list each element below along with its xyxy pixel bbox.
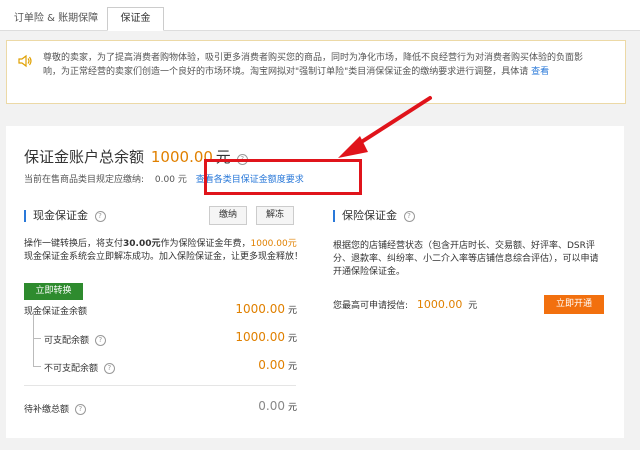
- desc-part: 操作一键转换后，将支付: [24, 239, 124, 249]
- cash-deposit-title: 现金保证金 ?: [24, 210, 106, 222]
- unavailable-balance-amount: 0.00 元: [258, 358, 297, 372]
- unit: 元: [468, 301, 478, 311]
- divider: [24, 385, 296, 386]
- available-balance-amount: 1000.00 元: [235, 330, 297, 344]
- cash-balance-amount: 1000.00 元: [235, 302, 297, 316]
- notice-banner: 尊敬的卖家，为了提高消费者购物体验，吸引更多消费者购买您的商品，同时为净化市场，…: [6, 40, 626, 104]
- convert-amount: 1000.00元: [250, 239, 297, 249]
- pay-button[interactable]: 缴纳: [209, 206, 248, 225]
- unavailable-balance-row: 不可支配余额 ?: [44, 361, 115, 374]
- max-credit-row: 您最高可申请授信: 1000.00 元: [333, 298, 477, 311]
- desc-part: 作为保险保证金年费，: [160, 239, 251, 249]
- unit: 元: [287, 334, 297, 344]
- notice-view-link[interactable]: 查看: [531, 67, 549, 77]
- unavailable-balance-value: 0.00: [258, 358, 285, 372]
- pending-payment-amount: 0.00 元: [258, 399, 297, 413]
- speaker-icon: [18, 54, 32, 68]
- unit: 元: [287, 306, 297, 316]
- unit: 元: [287, 362, 297, 372]
- available-balance-row: 可支配余额 ?: [44, 333, 106, 346]
- unavailable-balance-label: 不可支配余额: [44, 364, 99, 374]
- open-now-button[interactable]: 立即开通: [544, 295, 604, 314]
- available-balance-value: 1000.00: [235, 330, 285, 344]
- help-icon[interactable]: ?: [94, 335, 106, 346]
- total-balance-label: 保证金账户总余额: [24, 148, 145, 166]
- pending-payment-row: 待补缴总额 ?: [24, 402, 86, 415]
- notice-text: 尊敬的卖家，为了提高消费者购物体验，吸引更多消费者购买您的商品，同时为净化市场，…: [43, 51, 583, 79]
- insurance-deposit-title-text: 保险保证金: [342, 209, 397, 222]
- insurance-description: 根据您的店铺经营状态（包含开店时长、交易额、好评率、DSR评分、退款率、纠纷率、…: [333, 241, 599, 277]
- notice-body: 尊敬的卖家，为了提高消费者购物体验，吸引更多消费者购买您的商品，同时为净化市场，…: [43, 53, 584, 77]
- cash-convert-description: 操作一键转换后，将支付30.00元作为保险保证金年费，1000.00元现金保证金…: [24, 238, 304, 264]
- max-credit-label: 您最高可申请授信:: [333, 301, 409, 311]
- tab-deposit[interactable]: 保证金: [107, 7, 164, 31]
- annual-fee: 30.00元: [123, 239, 161, 249]
- unfreeze-button[interactable]: 解冻: [256, 206, 295, 225]
- desc-part: 现金保证金系统会立即解冻成功。加入保险保证金，让更多现金释放！: [24, 252, 304, 262]
- help-icon[interactable]: ?: [403, 210, 415, 222]
- cash-deposit-title-text: 现金保证金: [33, 209, 88, 222]
- max-credit-value: 1000.00: [416, 298, 463, 311]
- insurance-deposit-title: 保险保证金 ?: [333, 210, 415, 222]
- pending-payment-label: 待补缴总额: [24, 405, 70, 415]
- required-value: 0.00 元: [154, 175, 187, 185]
- annotation-arrow-icon: [338, 96, 432, 158]
- tree-line: [33, 338, 41, 339]
- tab-order-insurance[interactable]: 订单险 & 账期保障: [10, 8, 102, 30]
- available-balance-label: 可支配余额: [44, 336, 90, 346]
- deposit-panel: 保证金账户总余额 1000.00 元 ? 当前在售商品类目规定应缴纳: 0.00…: [6, 126, 624, 438]
- help-icon[interactable]: ?: [103, 363, 115, 374]
- convert-now-button[interactable]: 立即转换: [24, 283, 83, 300]
- tab-bar: 订单险 & 账期保障 保证金: [0, 0, 640, 31]
- unit: 元: [287, 403, 297, 413]
- pending-payment-value: 0.00: [258, 399, 285, 413]
- help-icon[interactable]: ?: [74, 404, 86, 415]
- tree-line: [33, 366, 41, 367]
- required-label: 当前在售商品类目规定应缴纳:: [24, 175, 145, 185]
- cash-balance-value: 1000.00: [235, 302, 285, 316]
- help-icon[interactable]: ?: [94, 210, 106, 222]
